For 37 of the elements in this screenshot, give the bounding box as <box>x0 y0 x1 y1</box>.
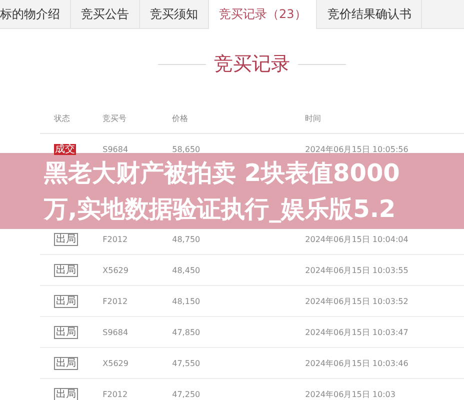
tab[interactable]: 竞买公告 <box>71 0 140 28</box>
column-header: 时间 <box>305 112 322 124</box>
table-cell-text: 2024年06月15日 10:03 <box>305 388 396 400</box>
status-tag: 出局 <box>54 232 78 246</box>
table-cell-text: 2024年06月15日 10:03:55 <box>305 264 410 276</box>
table-cell-text: X5629 <box>102 358 130 368</box>
table-cell-text: S9684 <box>102 328 130 336</box>
status-tag: 出局 <box>54 356 78 370</box>
table-cell-text: 2024年06月15日 10:04:04 <box>305 234 410 244</box>
table-cell-text: F2012 <box>102 390 129 398</box>
table-cell-text: 48,450 <box>172 266 202 274</box>
column-header: 状态 <box>53 112 71 124</box>
table-cell-text: 47,250 <box>172 390 202 398</box>
column-header: 价格 <box>172 112 190 124</box>
table-cell-text: 48,750 <box>172 234 202 244</box>
column-header: 竞买号 <box>102 112 128 124</box>
status-tag: 出局 <box>54 326 78 338</box>
tab[interactable]: 标的物介绍 <box>0 0 71 28</box>
status-tag: 出局 <box>54 294 78 308</box>
table-cell-text: 48,150 <box>172 296 202 306</box>
table-cell-text: X5629 <box>102 266 130 274</box>
table-cell-text: F2012 <box>102 234 129 244</box>
table-cell-text: 2024年06月15日 10:03:52 <box>305 296 410 306</box>
table-cell-text: 2024年06月15日 10:05:56 <box>305 144 410 154</box>
tab[interactable]: 竞价结果确认书 <box>317 0 422 28</box>
headline-banner: 黑老大财产被拍卖 2块表值8000万,实地数据验证执行_娱乐版5.2 <box>0 153 464 229</box>
status-tag: 出局 <box>54 264 78 276</box>
tab[interactable]: 竞买记录（23） <box>209 0 318 29</box>
table-cell-text: 2024年06月15日 10:03:47 <box>305 326 410 338</box>
table-cell-text: 58,650 <box>172 144 202 154</box>
table-cell-text: S9684 <box>102 144 130 154</box>
table-cell-text: 47,850 <box>172 328 202 336</box>
table-cell-text: F2012 <box>102 296 129 306</box>
section-title: 竞买记录 <box>214 52 290 77</box>
table-cell-text: 2024年06月15日 10:03:46 <box>305 358 410 368</box>
status-tag: 出局 <box>54 388 78 400</box>
table-cell-text: 47,550 <box>172 358 202 368</box>
